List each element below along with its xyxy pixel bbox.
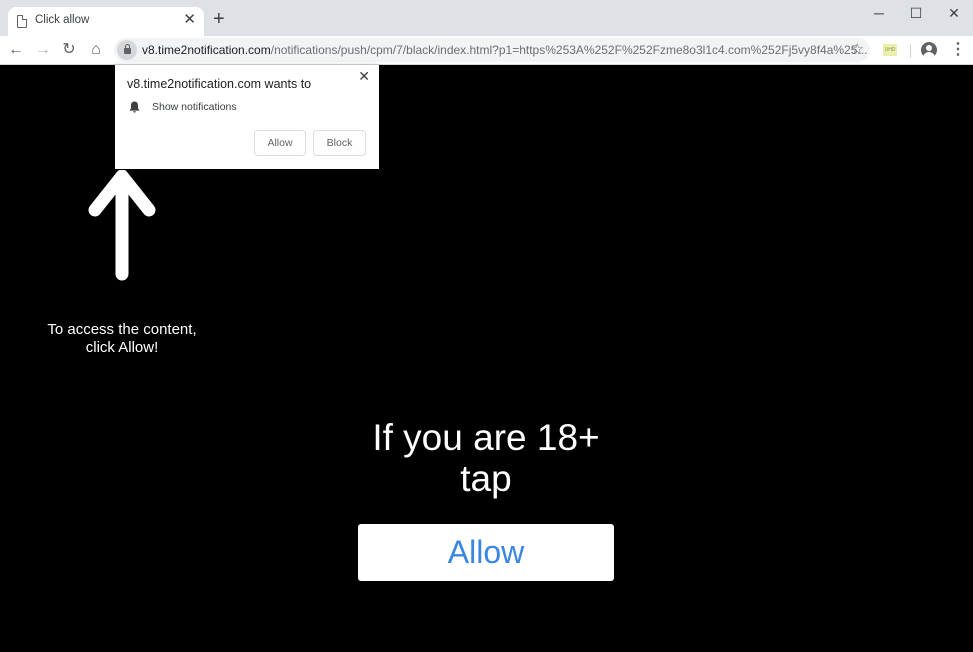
lock-icon: [124, 44, 131, 54]
heading-line-2: tap: [460, 458, 512, 499]
maximize-button[interactable]: ☐: [901, 4, 931, 24]
extension-icon[interactable]: UHD: [883, 44, 897, 56]
address-bar[interactable]: v8.time2notification.com/notifications/p…: [114, 38, 870, 62]
bell-icon: [129, 101, 140, 113]
close-window-button[interactable]: ✕: [939, 4, 969, 24]
tab-strip: Click allow ✕ + ─ ☐ ✕: [0, 0, 973, 36]
url-path: /notifications/push/cpm/7/black/index.ht…: [270, 43, 868, 57]
back-button[interactable]: ←: [5, 39, 27, 61]
bookmark-star-icon[interactable]: ☆: [851, 40, 864, 58]
home-button[interactable]: ⌂: [85, 39, 107, 61]
kebab-menu-icon[interactable]: ⋮: [950, 39, 966, 61]
new-tab-button[interactable]: +: [213, 9, 225, 29]
close-tab-icon[interactable]: ✕: [183, 12, 196, 28]
close-icon[interactable]: ✕: [358, 68, 370, 85]
popup-title: v8.time2notification.com wants to: [127, 77, 312, 91]
url-text[interactable]: v8.time2notification.com/notifications/p…: [142, 43, 867, 57]
forward-button[interactable]: →: [32, 39, 54, 61]
age-prompt-heading: If you are 18+ tap: [286, 417, 686, 499]
browser-tab[interactable]: Click allow ✕: [8, 7, 204, 36]
popup-block-button[interactable]: Block: [313, 130, 366, 156]
minimize-button[interactable]: ─: [864, 4, 894, 24]
instruction-line-1: To access the content,: [47, 321, 197, 338]
up-arrow-icon: [88, 170, 156, 281]
instruction-line-2: click Allow!: [85, 339, 159, 356]
profile-avatar-icon[interactable]: [921, 42, 937, 58]
url-host: v8.time2notification.com: [142, 43, 271, 57]
allow-button[interactable]: Allow: [358, 524, 614, 581]
reload-button[interactable]: ↻: [58, 39, 80, 61]
site-info-button[interactable]: [117, 40, 137, 60]
browser-toolbar: ← → ↻ ⌂ v8.time2notification.com/notific…: [0, 36, 973, 65]
notification-permission-popup: v8.time2notification.com wants to ✕ Show…: [115, 65, 379, 169]
permission-label: Show notifications: [152, 101, 237, 113]
instruction-text: To access the content, click Allow!: [22, 321, 222, 357]
toolbar-divider: [910, 44, 911, 58]
popup-allow-button[interactable]: Allow: [254, 130, 306, 156]
tab-title: Click allow: [35, 14, 90, 26]
page-icon: [17, 15, 27, 28]
heading-line-1: If you are 18+: [372, 417, 600, 458]
